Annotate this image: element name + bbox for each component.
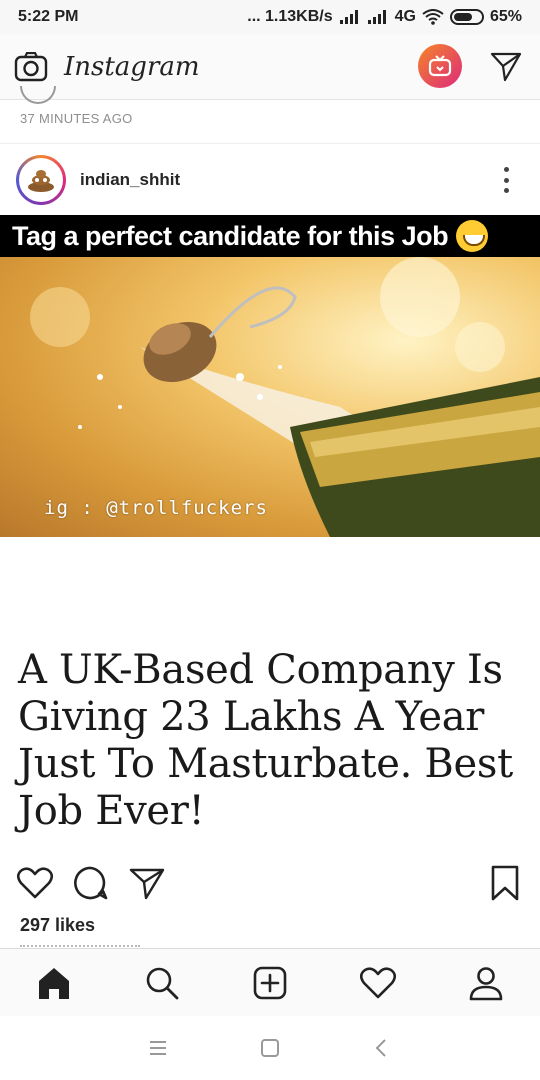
new-post-icon[interactable] [250, 963, 290, 1003]
more-options-icon[interactable] [498, 167, 514, 193]
system-nav-bar [0, 1016, 540, 1080]
instagram-logo[interactable]: Instagram [64, 52, 200, 82]
bookmark-icon[interactable] [486, 864, 524, 902]
post-header: indian_shhit [0, 145, 540, 215]
igtv-icon[interactable] [418, 44, 462, 88]
avatar[interactable] [16, 155, 66, 205]
post-actions [0, 856, 540, 912]
back-icon[interactable] [370, 1036, 394, 1060]
post-image-text-area[interactable]: A UK-Based Company Is Giving 23 Lakhs A … [0, 537, 540, 847]
profile-icon[interactable] [466, 963, 506, 1003]
app-header: Instagram [0, 34, 540, 100]
post-headline: A UK-Based Company Is Giving 23 Lakhs A … [18, 647, 513, 834]
caption-overlay: Tag a perfect candidate for this Job [0, 215, 540, 257]
previous-post-footer: 37 MINUTES AGO [0, 86, 540, 144]
laughing-emoji-icon [456, 220, 489, 252]
post-image[interactable]: ig : @trollfuckers [0, 257, 540, 537]
menu-icon[interactable] [146, 1036, 170, 1060]
status-time: 5:22 PM [18, 8, 79, 25]
like-heart-icon[interactable] [16, 864, 54, 902]
home-icon[interactable] [34, 963, 74, 1003]
watermark-text: ig : @trollfuckers [44, 497, 268, 519]
avatar-image [19, 158, 63, 202]
post-timestamp: 37 MINUTES AGO [20, 111, 133, 126]
caption-text: Tag a perfect candidate for this Job [12, 220, 449, 251]
battery-icon [449, 9, 484, 25]
signal-icon [339, 10, 358, 24]
poop-emoji-icon [28, 170, 54, 192]
home-square-icon[interactable] [258, 1036, 282, 1060]
champagne-illustration [30, 257, 540, 537]
activity-heart-icon[interactable] [358, 963, 398, 1003]
battery-level: 65% [489, 8, 522, 25]
signal-icon-2 [367, 10, 386, 24]
bottom-nav [0, 948, 540, 1016]
search-icon[interactable] [142, 963, 182, 1003]
post-username[interactable]: indian_shhit [80, 170, 180, 190]
camera-icon[interactable] [14, 51, 48, 82]
previous-avatar [20, 86, 56, 104]
likes-count[interactable]: 297 likes [20, 915, 95, 936]
share-icon[interactable] [128, 864, 166, 902]
status-bar: 5:22 PM ... 1.13KB/s 4G 65% [0, 0, 540, 34]
network-speed: ... 1.13KB/s [247, 8, 333, 25]
network-type: 4G [394, 8, 416, 25]
wifi-icon [422, 9, 444, 25]
comment-icon[interactable] [72, 864, 110, 902]
direct-message-icon[interactable] [490, 50, 522, 82]
status-indicators: ... 1.13KB/s 4G 65% [247, 8, 522, 26]
